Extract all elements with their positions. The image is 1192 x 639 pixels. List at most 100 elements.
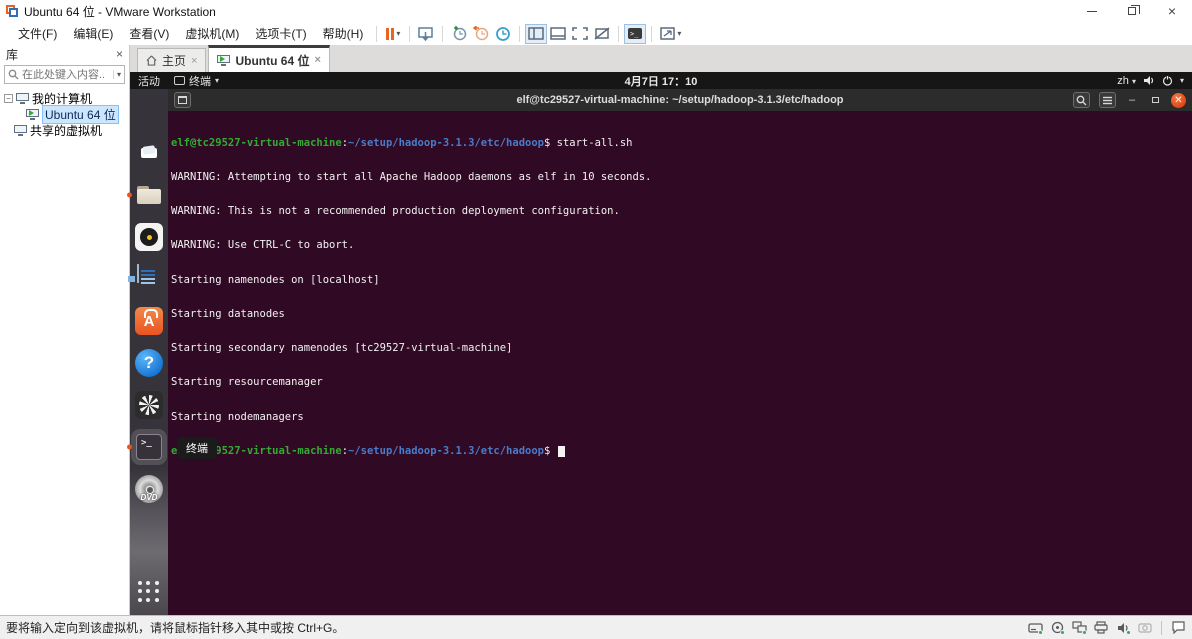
library-search-input[interactable]	[22, 68, 104, 81]
menu-help[interactable]: 帮助(H)	[315, 22, 372, 45]
terminal-minimize-button[interactable]: –	[1125, 94, 1139, 106]
tab-close-icon[interactable]: ×	[191, 55, 197, 67]
terminal-headerbar[interactable]: elf@tc29527-virtual-machine: ~/setup/had…	[168, 89, 1192, 111]
stretch-view-button[interactable]: ▾	[657, 24, 684, 44]
dock-item-libreoffice-writer[interactable]	[135, 264, 163, 293]
vmware-workstation-window: Ubuntu 64 位 - VMware Workstation × 文件(F)…	[0, 0, 1192, 639]
terminal-content[interactable]: elf@tc29527-virtual-machine:~/setup/hado…	[168, 111, 1192, 615]
vm-icon	[217, 54, 231, 66]
tree-item-ubuntu-vm[interactable]: Ubuntu 64 位	[0, 104, 129, 124]
sound-indicator[interactable]	[1115, 621, 1131, 635]
terminal-line: Starting namenodes on [localhost]	[171, 273, 380, 286]
new-tab-button[interactable]	[174, 92, 191, 108]
tree-item-shared-vms[interactable]: 共享的虚拟机	[0, 122, 129, 138]
app-menu-button[interactable]: 终端 ▾	[174, 73, 219, 89]
dock-item-screenshot-tool[interactable]	[135, 391, 163, 419]
chevron-down-icon: ▾	[677, 29, 682, 38]
menu-view[interactable]: 查看(V)	[121, 22, 177, 45]
tab-home[interactable]: 主页 ×	[137, 48, 207, 72]
activities-button[interactable]: 活动	[138, 73, 160, 89]
enter-fullscreen-button[interactable]	[569, 24, 591, 44]
terminal-line: Starting secondary namenodes [tc29527-vi…	[171, 342, 513, 355]
close-button[interactable]: ×	[1152, 0, 1192, 22]
terminal-line: Starting nodemanagers	[171, 410, 304, 423]
clock[interactable]: 4月7日 17：10	[625, 73, 698, 89]
menu-tabs[interactable]: 选项卡(T)	[247, 22, 314, 45]
ubuntu-topbar: 活动 终端 ▾ 4月7日 17：10 zh ▾ ▾	[130, 72, 1192, 89]
printer-indicator[interactable]	[1093, 621, 1109, 635]
console-icon: >_	[628, 28, 643, 39]
stretch-icon	[660, 27, 676, 40]
take-snapshot-button[interactable]	[448, 24, 470, 44]
vmware-logo-icon	[6, 4, 19, 18]
unity-mode-button[interactable]	[591, 24, 613, 44]
terminal-line: WARNING: This is not a recommended produ…	[171, 205, 620, 218]
show-console-view-button[interactable]: >_	[624, 23, 647, 44]
collapse-icon[interactable]: −	[4, 93, 13, 103]
fullscreen-brackets-icon	[572, 27, 589, 40]
terminal-maximize-button[interactable]	[1148, 94, 1162, 106]
network-indicator[interactable]	[1071, 621, 1087, 635]
svg-text:>_: >_	[630, 30, 639, 38]
chevron-down-icon: ▾	[215, 76, 220, 85]
terminal-window: elf@tc29527-virtual-machine: ~/setup/had…	[168, 89, 1192, 615]
show-applications-button[interactable]	[138, 581, 160, 603]
harddisk-indicator[interactable]	[1027, 621, 1043, 635]
dock: A ? >_ DVD	[127, 89, 168, 615]
snapshot-manager-button[interactable]	[492, 24, 514, 44]
active-dot	[1038, 629, 1043, 635]
input-method-indicator[interactable]: zh ▾	[1117, 75, 1136, 87]
send-ctrl-alt-del-button[interactable]	[415, 24, 437, 44]
library-search[interactable]: ▾	[4, 65, 125, 84]
suspend-vm-button[interactable]: ▾	[382, 24, 404, 44]
pinwheel-app-icon	[135, 391, 163, 419]
cdrom-indicator[interactable]	[1049, 621, 1065, 635]
camera-indicator[interactable]	[1137, 621, 1153, 635]
dock-tooltip: 终端	[177, 437, 217, 459]
revert-snapshot-button[interactable]	[470, 24, 492, 44]
search-icon	[8, 69, 19, 80]
search-icon	[1076, 95, 1087, 105]
terminal-icon: >_	[136, 434, 162, 460]
dock-item-ubuntu-software[interactable]: A	[135, 307, 163, 335]
tab-ubuntu-vm[interactable]: Ubuntu 64 位 ×	[208, 45, 330, 72]
tab-close-icon[interactable]: ×	[314, 54, 320, 66]
terminal-prompt-line: elf@tc29527-virtual-machine:~/setup/hado…	[171, 445, 1192, 457]
terminal-close-button[interactable]: ✕	[1171, 92, 1186, 108]
sidebar-layout-icon	[528, 27, 545, 40]
search-dropdown-icon[interactable]: ▾	[112, 70, 121, 79]
dock-item-dvd[interactable]: DVD	[135, 475, 163, 503]
library-tree: − 我的计算机 Ubuntu 64 位 共享的虚拟机	[0, 90, 129, 138]
terminal-line: elf@tc29527-virtual-machine:~/setup/hado…	[171, 136, 633, 149]
terminal-search-button[interactable]	[1073, 92, 1090, 108]
terminal-menu-button[interactable]	[1099, 92, 1116, 108]
dock-item-thunderbird[interactable]	[135, 139, 163, 167]
dock-item-files[interactable]	[127, 181, 163, 209]
chevron-down-icon: ▾	[1179, 76, 1184, 85]
volume-icon[interactable]	[1143, 75, 1155, 86]
running-indicator	[127, 444, 132, 450]
message-log-icon[interactable]	[1170, 621, 1186, 635]
menu-edit[interactable]: 编辑(E)	[65, 22, 121, 45]
statusbar-message: 要将输入定向到该虚拟机，请将鼠标指针移入其中或按 Ctrl+G。	[6, 621, 345, 635]
dock-item-rhythmbox[interactable]	[135, 223, 163, 251]
vm-icon	[26, 108, 39, 120]
dock-item-terminal[interactable]: >_	[127, 433, 163, 461]
dock-item-firefox[interactable]	[135, 97, 163, 125]
rhythmbox-icon	[135, 223, 163, 251]
restore-button[interactable]	[1112, 0, 1152, 22]
show-thumbnail-bar-button[interactable]	[547, 24, 569, 44]
bottom-panel-layout-icon	[550, 27, 567, 40]
dock-item-help[interactable]: ?	[135, 349, 163, 377]
tab-vm-label: Ubuntu 64 位	[235, 53, 310, 68]
vm-console: 活动 终端 ▾ 4月7日 17：10 zh ▾ ▾ A ? >_ DVD 终端 …	[127, 72, 1192, 615]
library-close-icon[interactable]: ×	[116, 47, 123, 61]
menu-file[interactable]: 文件(F)	[10, 22, 65, 45]
menu-vm[interactable]: 虚拟机(M)	[177, 22, 247, 45]
show-library-button[interactable]	[525, 23, 548, 44]
unity-mode-icon	[594, 27, 610, 40]
home-icon	[146, 55, 157, 66]
active-dot	[1126, 629, 1131, 635]
minimize-button[interactable]	[1072, 0, 1112, 22]
power-icon[interactable]	[1162, 75, 1173, 86]
